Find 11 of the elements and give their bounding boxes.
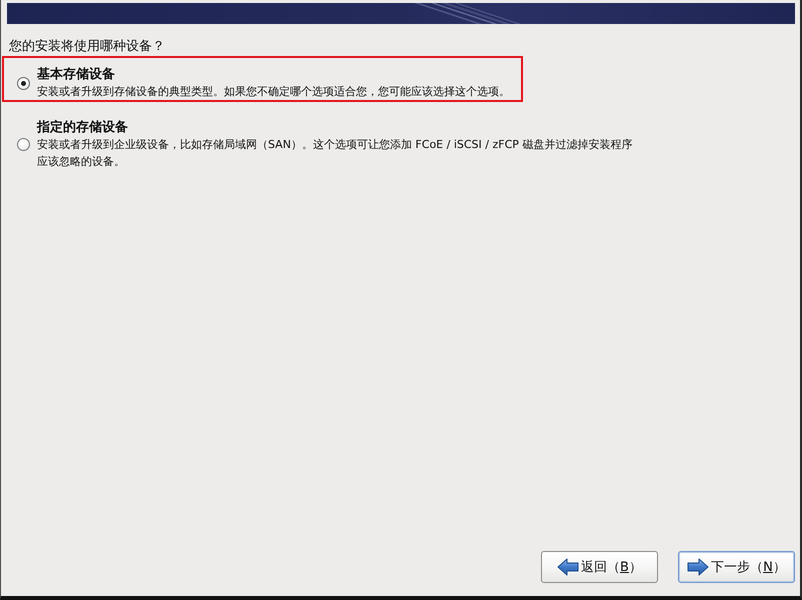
option-description: 安装或者升级到企业级设备，比如存储局域网（SAN）。这个选项可让您添加 FCoE / iSCSI / zFCP 磁盘并过滤掉安装程序应该忽略的设备。 <box>37 137 634 170</box>
right-arrow-icon <box>687 558 710 576</box>
next-button[interactable]: 下一步（N） <box>678 551 795 583</box>
left-arrow-icon <box>557 558 580 576</box>
option-title: 指定的存储设备 <box>37 119 129 136</box>
question-text: 您的安装将使用哪种设备？ <box>9 39 166 55</box>
option-title: 基本存储设备 <box>37 66 116 83</box>
radio-button[interactable] <box>17 138 30 151</box>
option-description: 安装或者升级到存储设备的典型类型。如果您不确定哪个选项适合您，您可能应该选择这个选项。 <box>37 84 510 100</box>
back-button[interactable]: 返回（B） <box>541 551 658 583</box>
radio-button[interactable] <box>17 76 30 90</box>
